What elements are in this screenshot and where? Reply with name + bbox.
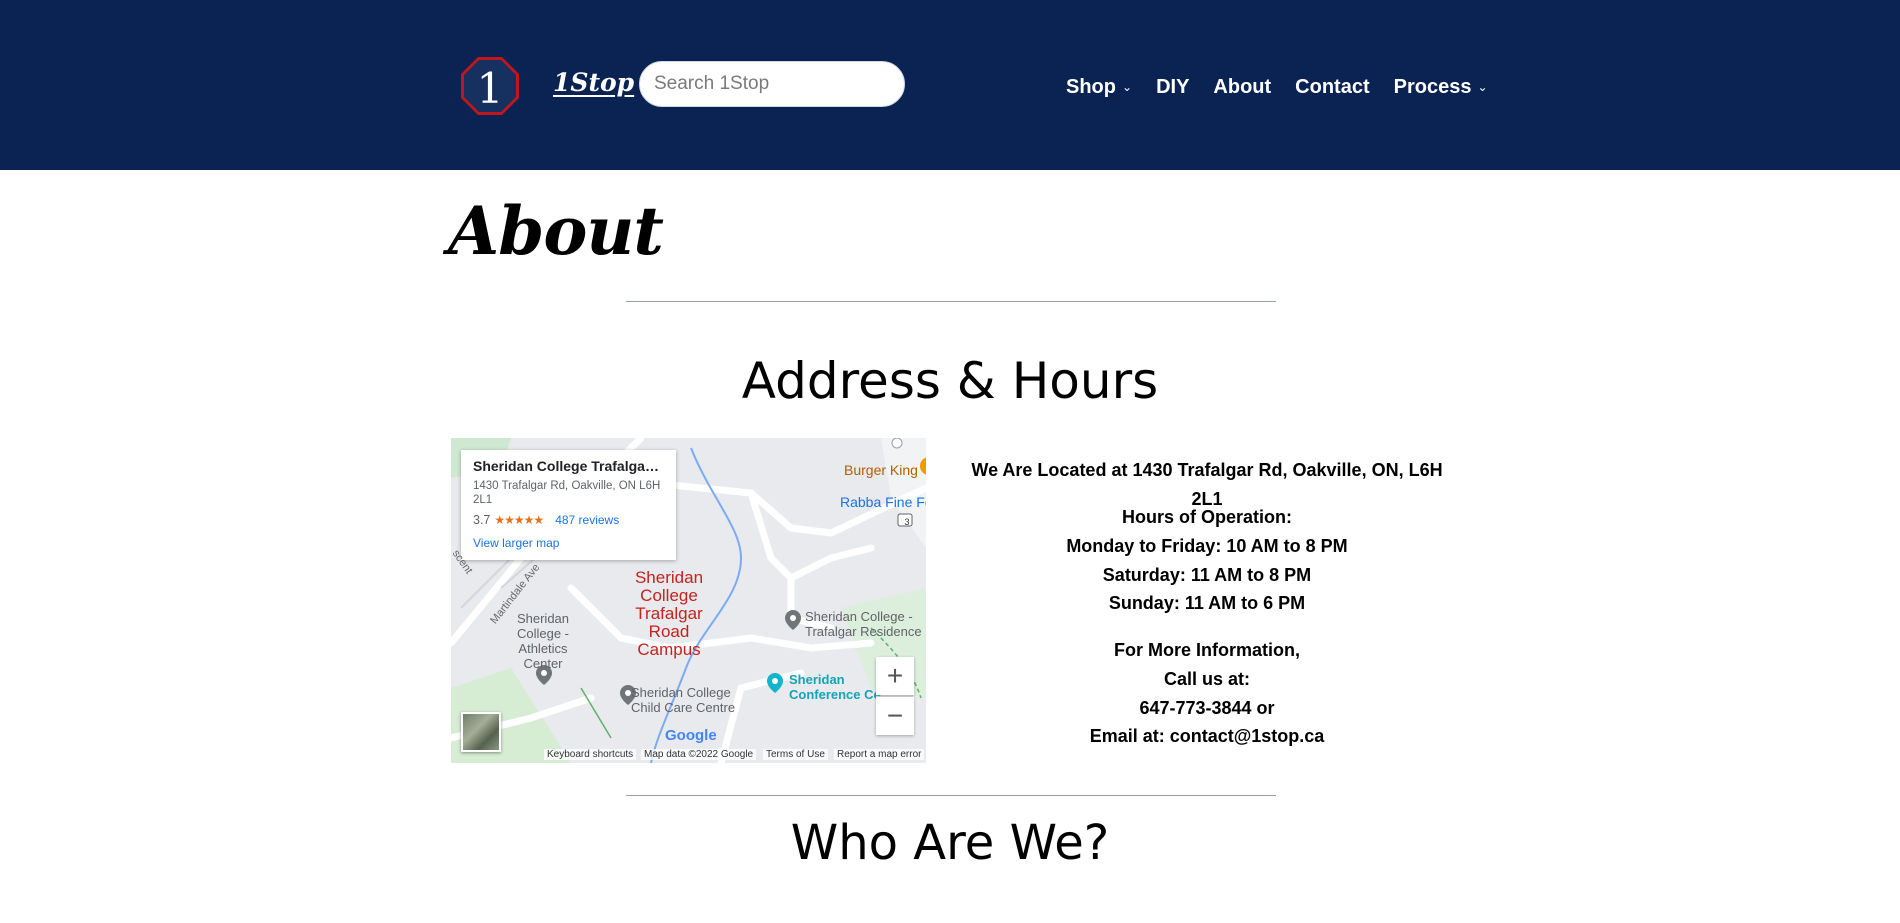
logo-numeral: 1 [477,64,504,113]
site-header: 1 1Stop Shop ⌄ DIY About Contact Process… [0,0,1900,170]
nav-item-label: About [1213,75,1272,98]
residence-label[interactable]: Sheridan College - Trafalgar Residence [805,609,926,639]
route-badge-label: 3 [904,517,910,527]
nav-item-label: Contact [1295,75,1370,98]
nav-item-label: Shop [1066,75,1116,98]
chevron-down-icon: ⌄ [1122,80,1133,94]
satellite-toggle-button[interactable] [461,712,501,752]
nav-item-shop[interactable]: Shop ⌄ [1066,76,1132,99]
hours-sunday: Sunday: 11 AM to 6 PM [1108,593,1306,613]
nav-item-process[interactable]: Process ⌄ [1394,76,1488,99]
divider [626,795,1276,796]
page-title: About [448,192,664,270]
google-logo: Google [665,727,717,744]
terms-link[interactable]: Terms of Use [763,749,828,760]
map-place-card: Sheridan College Trafalgar Ro... 1430 Tr… [461,450,676,560]
nav-item-label: DIY [1156,75,1190,98]
hours-title: Hours of Operation: [1122,507,1292,527]
rabba-label[interactable]: Rabba Fine Fo [840,494,926,510]
contact-title: For More Information, [1114,640,1300,660]
place-title: Sheridan College Trafalgar Ro... [473,458,664,474]
reviews-link[interactable]: 487 reviews [555,513,619,527]
place-rating-row: 3.7 ★★★★★ 487 reviews [473,513,664,527]
phone-number[interactable]: 647-773-3844 or [960,694,1454,723]
search-input[interactable] [639,61,905,107]
address-hours-heading: Address & Hours [741,352,1159,410]
main-nav: Shop ⌄ DIY About Contact Process ⌄ [1066,72,1488,102]
child-care-label[interactable]: Sheridan College Child Care Centre [631,685,751,715]
site-logo[interactable]: 1 [460,56,520,116]
nav-item-contact[interactable]: Contact [1295,76,1369,99]
campus-map-label: Sheridan College Trafalgar Road Campus [634,568,704,659]
google-logo-text: Google [665,727,717,744]
octagon-logo-icon: 1 [461,57,519,115]
map-data-text: Map data ©2022 Google [641,749,757,760]
embedded-map[interactable]: 3 Sheridan College Trafalgar Ro... 1430 … [451,438,926,763]
report-error-link[interactable]: Report a map error [834,749,925,760]
nav-item-about[interactable]: About [1213,76,1271,99]
conference-label[interactable]: Sheridan Conference Ce [789,672,889,702]
who-are-we-heading: Who Are We? [790,815,1110,871]
view-larger-map-link[interactable]: View larger map [473,536,664,550]
zoom-out-button[interactable]: − [876,697,914,735]
rating-stars-icon: ★★★★★ [494,513,544,527]
hours-weekday: Monday to Friday: 10 AM to 8 PM [1066,536,1348,556]
brand-link[interactable]: 1Stop [553,68,634,97]
burger-king-label[interactable]: Burger King [844,462,918,478]
nav-item-label: Process [1393,75,1472,98]
rating-value: 3.7 [473,513,491,527]
call-label: Call us at: [1163,669,1251,689]
place-address: 1430 Trafalgar Rd, Oakville, ON L6H 2L1 [473,480,661,506]
athletics-label[interactable]: Sheridan College - Athletics Center [503,611,583,671]
keyboard-shortcuts-link[interactable]: Keyboard shortcuts [544,749,637,760]
divider [626,301,1276,302]
hours-saturday: Saturday: 11 AM to 8 PM [1102,565,1312,585]
chevron-down-icon: ⌄ [1477,80,1488,94]
nav-item-diy[interactable]: DIY [1156,76,1189,99]
zoom-in-button[interactable]: + [876,657,914,695]
map-footer: Keyboard shortcuts Map data ©2022 Google… [451,747,926,763]
email-text[interactable]: Email at: contact@1stop.ca [960,722,1454,751]
